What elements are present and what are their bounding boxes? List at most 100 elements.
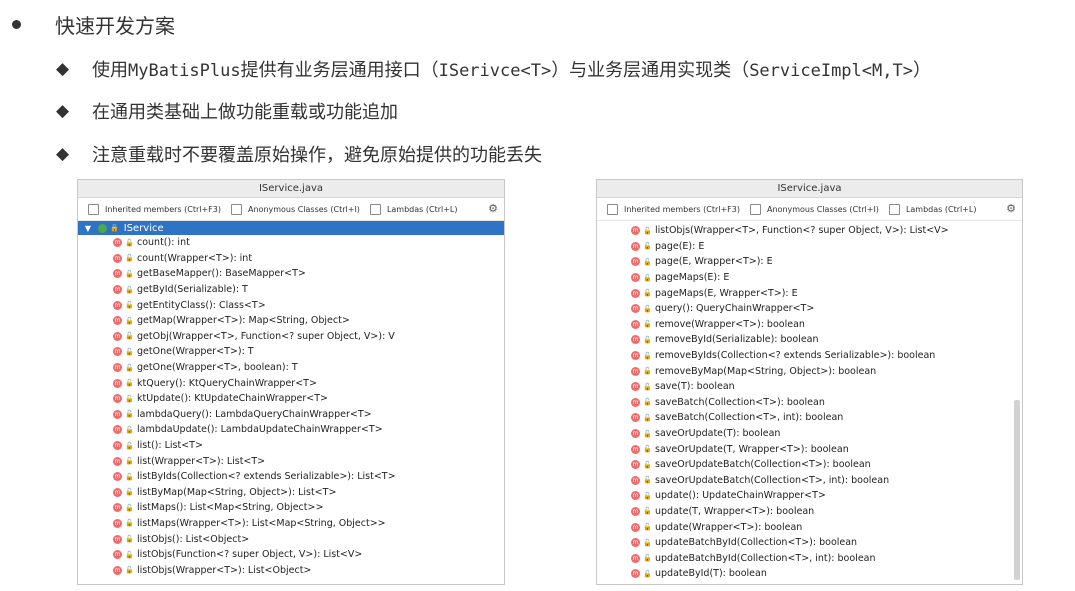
method-row[interactable]: m 🔓 listObjs(Function<? super Object, V>):… [113,547,504,563]
method-icon: m [631,538,640,548]
option-anonymous-classes[interactable]: Anonymous Classes (Ctrl+I) [750,203,879,215]
lock-icon: 🔓 [643,538,652,547]
method-row[interactable]: m 🔓 lambdaQuery(): LambdaQueryChainWrapper… [113,407,504,423]
method-row[interactable]: m 🔓 removeByMap(Map<String, Object>): bool… [631,363,1022,379]
method-icon: m [631,288,640,298]
method-row[interactable]: m 🔓 update(Wrapper<T>): boolean [631,519,1022,535]
structure-panel-left: IService.java Inherited members (Ctrl+F3… [77,179,505,585]
method-label: saveBatch(Collection<T>, int): boolean [655,412,844,424]
lock-icon: 🔓 [125,535,134,544]
method-row[interactable]: m 🔓 listMaps(Wrapper<T>): List<Map<String,… [113,516,504,532]
checkbox-icon[interactable] [88,203,99,215]
method-row[interactable]: m 🔓 remove(Wrapper<T>): boolean [631,317,1022,333]
scrollbar[interactable] [1014,400,1020,580]
method-row[interactable]: m 🔓 listByIds(Collection<? extends Seriali… [113,469,504,485]
method-row[interactable]: m 🔓 listByMap(Map<String, Object>): List<T… [113,485,504,501]
method-label: listObjs(Wrapper<T>): List<Object> [137,564,312,576]
lock-icon: 🔓 [643,491,652,500]
interface-icon [98,223,107,233]
method-label: listByMap(Map<String, Object>): List<T> [137,486,337,498]
lock-icon: 🔓 [125,519,134,528]
method-row[interactable]: m 🔓 updateById(T): boolean [631,566,1022,582]
lock-icon: 🔓 [643,569,652,578]
method-label: listObjs(): List<Object> [137,533,250,545]
method-row[interactable]: m 🔓 listObjs(): List<Object> [113,531,504,547]
method-row[interactable]: m 🔓 getBaseMapper(): BaseMapper<T> [113,266,504,282]
method-row[interactable]: m 🔓 getOne(Wrapper<T>): T [113,344,504,360]
lock-icon: 🔓 [643,351,652,360]
method-icon: m [113,363,122,373]
method-row[interactable]: m 🔓 removeById(Serializable): boolean [631,332,1022,348]
option-anonymous-classes[interactable]: Anonymous Classes (Ctrl+I) [231,203,360,215]
structure-panel-right: IService.java Inherited members (Ctrl+F3… [596,179,1023,585]
checkbox-icon[interactable] [369,203,381,215]
method-label: saveOrUpdate(T, Wrapper<T>): boolean [655,443,849,455]
method-row[interactable]: m 🔓 saveBatch(Collection<T>): boolean [631,395,1022,411]
checkbox-icon[interactable] [750,203,761,215]
method-row[interactable]: m 🔓 saveBatch(Collection<T>, int): boolean [631,410,1022,426]
method-row[interactable]: m 🔓 count(): int [113,235,504,251]
option-inherited-members[interactable]: Inherited members (Ctrl+F3) [88,203,221,215]
method-row[interactable]: m 🔓 saveOrUpdateBatch(Collection<T>): bool… [631,457,1022,473]
method-row[interactable]: m 🔓 getEntityClass(): Class<T> [113,297,504,313]
method-icon: m [631,491,640,501]
method-icon: m [631,366,640,376]
method-label: listObjs(Function<? super Object, V>): L… [137,549,363,561]
method-row[interactable]: m 🔓 pageMaps(E, Wrapper<T>): E [631,285,1022,301]
method-label: pageMaps(E, Wrapper<T>): E [655,287,798,299]
method-row[interactable]: m 🔓 updateBatchById(Collection<T>): boolea… [631,535,1022,551]
method-row[interactable]: m 🔓 ktQuery(): KtQueryChainWrapper<T> [113,375,504,391]
method-icon: m [113,456,122,466]
method-icon: m [113,300,122,310]
lock-icon: 🔓 [643,226,652,235]
method-icon: m [113,534,122,544]
gear-icon[interactable]: ⚙ [1006,202,1016,215]
option-inherited-members[interactable]: Inherited members (Ctrl+F3) [607,203,740,215]
method-row[interactable]: m 🔓 listObjs(Wrapper<T>): List<Object> [113,562,504,578]
method-row[interactable]: m 🔓 listMaps(): List<Map<String, Object>> [113,500,504,516]
method-label: update(T, Wrapper<T>): boolean [655,505,815,517]
checkbox-icon[interactable] [607,203,618,215]
method-row[interactable]: m 🔓 page(E, Wrapper<T>): E [631,254,1022,270]
method-row[interactable]: m 🔓 removeByIds(Collection<? extends Seria… [631,348,1022,364]
method-label: getMap(Wrapper<T>): Map<String, Object> [137,315,350,327]
method-row[interactable]: m 🔓 save(T): boolean [631,379,1022,395]
method-row[interactable]: m 🔓 list(Wrapper<T>): List<T> [113,453,504,469]
method-icon: m [631,460,640,470]
method-row[interactable]: m 🔓 list(): List<T> [113,438,504,454]
gear-icon[interactable]: ⚙ [488,202,498,215]
method-row[interactable]: m 🔓 saveOrUpdate(T, Wrapper<T>): boolean [631,441,1022,457]
method-row[interactable]: m 🔓 update(T, Wrapper<T>): boolean [631,504,1022,520]
method-icon: m [631,475,640,485]
method-row[interactable]: m 🔓 getMap(Wrapper<T>): Map<String, Object… [113,313,504,329]
method-row[interactable]: m 🔓 listObjs(Wrapper<T>, Function<? super … [631,223,1022,239]
method-row[interactable]: m 🔓 saveOrUpdate(T): boolean [631,426,1022,442]
method-row[interactable]: m 🔓 ktUpdate(): KtUpdateChainWrapper<T> [113,391,504,407]
method-icon: m [631,319,640,329]
method-label: saveOrUpdateBatch(Collection<T>): boolea… [655,459,871,471]
method-icon: m [113,503,122,513]
tree-root-iservice[interactable]: ▼ 🔒 IService [78,221,504,235]
option-lambdas[interactable]: Lambdas (Ctrl+L) [369,203,458,215]
method-row[interactable]: m 🔓 pageMaps(E): E [631,270,1022,286]
method-row[interactable]: m 🔓 lambdaUpdate(): LambdaUpdateChainWrapp… [113,422,504,438]
method-row[interactable]: m 🔓 count(Wrapper<T>): int [113,251,504,267]
slide-heading: 快速开发方案 [55,14,175,38]
method-row[interactable]: m 🔓 page(E): E [631,239,1022,255]
method-row[interactable]: m 🔓 saveOrUpdateBatch(Collection<T>, int):… [631,473,1022,489]
chevron-down-icon[interactable]: ▼ [78,224,98,233]
method-label: update(): UpdateChainWrapper<T> [655,490,826,502]
method-row[interactable]: m 🔓 query(): QueryChainWrapper<T> [631,301,1022,317]
method-row[interactable]: m 🔓 updateBatchById(Collection<T>, int): b… [631,550,1022,566]
checkbox-icon[interactable] [231,203,242,215]
method-label: saveBatch(Collection<T>): boolean [655,396,825,408]
method-row[interactable]: m 🔓 update(): UpdateChainWrapper<T> [631,488,1022,504]
method-row[interactable]: m 🔓 getObj(Wrapper<T>, Function<? super Ob… [113,329,504,345]
lock-icon: 🔓 [125,488,134,497]
method-row[interactable]: m 🔓 getById(Serializable): T [113,282,504,298]
method-row[interactable]: m 🔓 getOne(Wrapper<T>, boolean): T [113,360,504,376]
option-lambdas[interactable]: Lambdas (Ctrl+L) [888,203,977,215]
method-label: list(): List<T> [137,440,203,452]
checkbox-icon[interactable] [888,203,900,215]
lock-icon: 🔓 [125,441,134,450]
